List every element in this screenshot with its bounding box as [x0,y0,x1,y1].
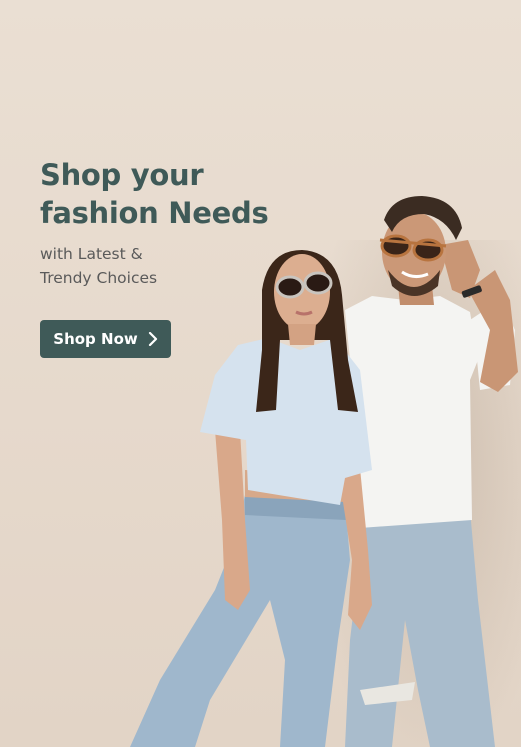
man-figure [345,196,518,747]
hero-subtitle-line-2: Trendy Choices [40,269,158,287]
chevron-right-icon [148,332,157,346]
hero-subtitle: with Latest & Trendy Choices [40,242,157,290]
shop-now-label: Shop Now [53,330,138,348]
hero-title-line-2: fashion Needs [40,196,269,230]
hero-image-couple [130,196,518,747]
hero-title-line-1: Shop your [40,158,204,192]
hero-title: Shop your fashion Needs [40,156,269,232]
shop-now-button[interactable]: Shop Now [40,320,171,358]
hero-banner: Shop your fashion Needs with Latest & Tr… [0,0,521,747]
hero-subtitle-line-1: with Latest & [40,245,143,263]
